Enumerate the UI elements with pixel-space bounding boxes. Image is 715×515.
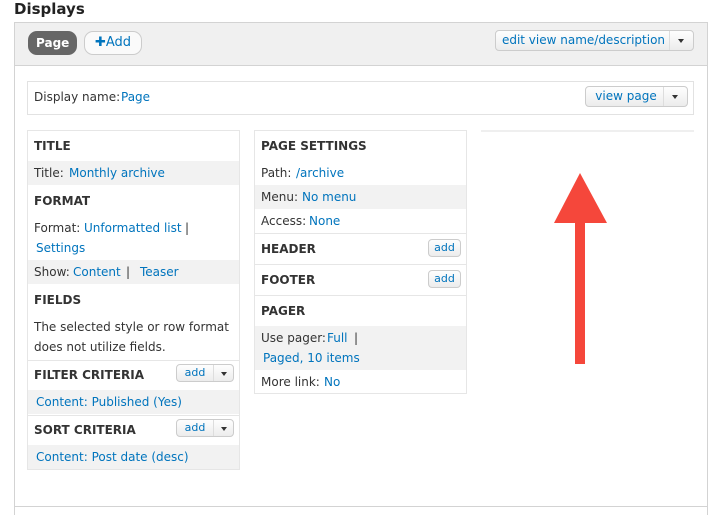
divider — [255, 264, 466, 265]
sort-criteria-heading: SORT CRITERIA — [34, 423, 136, 437]
path-value-link[interactable]: /archive — [296, 166, 344, 180]
dropdown-arrow-icon[interactable] — [213, 365, 233, 381]
dropdown-arrow-icon[interactable] — [663, 87, 687, 106]
add-display-button[interactable]: ✚Add — [84, 31, 142, 55]
title-value-link[interactable]: Monthly archive — [69, 166, 165, 180]
format-label: Format: — [34, 221, 81, 235]
add-filter-label: add — [184, 366, 206, 379]
use-pager-paged-link[interactable]: Paged, 10 items — [263, 351, 360, 365]
edit-view-label: edit view name/description — [501, 33, 666, 47]
edit-view-name-button[interactable]: edit view name/description — [495, 30, 694, 51]
header-section-heading: HEADER — [261, 242, 316, 256]
show-teaser-link[interactable]: Teaser — [140, 265, 179, 279]
arrow-shaft — [575, 220, 585, 364]
dropdown-arrow-icon[interactable] — [669, 31, 693, 50]
separator: | — [185, 221, 190, 235]
show-label: Show: — [34, 265, 70, 279]
page-settings-heading: PAGE SETTINGS — [261, 139, 367, 153]
display-name-link[interactable]: Page — [121, 90, 150, 104]
access-value-link[interactable]: None — [309, 214, 340, 228]
pager-section-heading: PAGER — [261, 304, 306, 318]
fields-section-heading: FIELDS — [34, 293, 82, 307]
fields-note-line2: does not utilize fields. — [34, 340, 166, 354]
add-sort-label: add — [184, 421, 206, 434]
access-label: Access: — [261, 214, 307, 228]
path-label: Path: — [261, 166, 292, 180]
tab-page[interactable]: Page — [28, 31, 78, 55]
column-other-settings — [481, 130, 694, 132]
arrow-head — [554, 173, 607, 223]
add-header-button[interactable]: add — [428, 239, 461, 257]
format-settings-link[interactable]: Settings — [36, 241, 85, 255]
format-section-heading: FORMAT — [34, 194, 91, 208]
divider — [255, 233, 466, 234]
add-filter-button[interactable]: add — [176, 364, 234, 382]
footer-section-heading: FOOTER — [261, 273, 316, 287]
separator: | — [354, 331, 359, 345]
menu-value-link[interactable]: No menu — [302, 190, 356, 204]
divider — [255, 295, 466, 296]
plus-icon: ✚ — [94, 35, 106, 50]
add-footer-button[interactable]: add — [428, 270, 461, 288]
show-content-link[interactable]: Content — [73, 265, 121, 279]
use-pager-label: Use pager: — [261, 331, 326, 345]
format-value-link[interactable]: Unformatted list — [84, 221, 182, 235]
title-label: Title: — [34, 166, 64, 180]
displays-heading: Displays — [14, 0, 85, 18]
use-pager-full-link[interactable]: Full — [327, 331, 348, 345]
more-link-value-link[interactable]: No — [324, 375, 340, 389]
panel-bottom-divider — [15, 506, 707, 507]
divider — [28, 360, 239, 361]
more-link-label: More link: — [261, 375, 320, 389]
divider — [28, 415, 239, 416]
add-display-label: Add — [105, 35, 132, 50]
menu-label: Menu: — [261, 190, 298, 204]
fields-note-line1: The selected style or row format — [34, 320, 229, 334]
red-up-arrow-annotation — [554, 173, 607, 364]
sort-post-date-link[interactable]: Content: Post date (desc) — [36, 450, 189, 464]
view-page-label: view page — [595, 89, 657, 103]
separator: | — [126, 265, 131, 279]
view-page-button[interactable]: view page — [585, 86, 688, 107]
display-name-label: Display name: — [34, 90, 121, 104]
dropdown-arrow-icon[interactable] — [213, 420, 233, 436]
title-section-heading: TITLE — [34, 139, 71, 153]
filter-published-link[interactable]: Content: Published (Yes) — [36, 395, 182, 409]
add-sort-button[interactable]: add — [176, 419, 234, 437]
filter-criteria-heading: FILTER CRITERIA — [34, 368, 145, 382]
